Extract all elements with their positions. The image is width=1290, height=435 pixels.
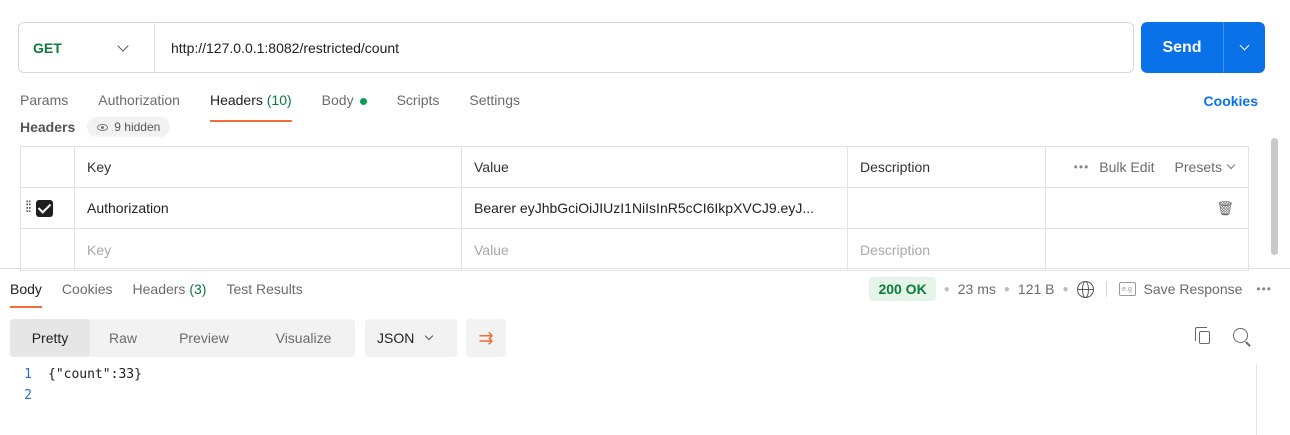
vertical-scrollbar[interactable] <box>1271 138 1278 255</box>
response-meta: 200 OK ● 23 ms ● 121 B ● e.g Save Respon… <box>869 277 1272 301</box>
table-row-empty: Key Value Description <box>21 229 1248 270</box>
tab-response-headers-count: (3) <box>189 281 207 297</box>
eye-icon <box>97 123 109 131</box>
header-description-cell[interactable] <box>848 188 1046 228</box>
code-text: {"count":33} <box>48 367 142 382</box>
save-response-button[interactable]: Save Response <box>1144 281 1243 297</box>
code-scroll-track[interactable] <box>1256 364 1257 435</box>
request-tabs: Params Authorization Headers (10) Body S… <box>20 92 550 122</box>
method-select[interactable]: GET <box>19 23 155 72</box>
panel-divider[interactable] <box>0 268 1290 269</box>
more-options-icon[interactable]: ••• <box>1074 160 1090 174</box>
tab-body[interactable]: Body <box>322 92 367 118</box>
method-label: GET <box>33 39 62 56</box>
save-response-icon: e.g <box>1118 282 1136 296</box>
trash-icon[interactable]: 🗑 <box>1216 200 1234 217</box>
tab-test-results[interactable]: Test Results <box>226 281 302 297</box>
row-enabled-checkbox[interactable] <box>35 199 53 217</box>
tab-body-label: Body <box>321 92 354 108</box>
cookies-link[interactable]: Cookies <box>1204 93 1258 109</box>
format-visualize[interactable]: Visualize <box>252 319 355 357</box>
response-tabs: Body Cookies Headers (3) Test Results <box>10 281 323 308</box>
column-description: Description <box>848 147 1046 187</box>
separator-dot: ● <box>1003 283 1010 295</box>
headers-section-title: Headers <box>20 119 76 135</box>
modified-dot-icon <box>359 97 367 105</box>
separator-dot: ● <box>943 283 950 295</box>
code-line: 1 {"count":33} <box>10 364 142 385</box>
tab-headers[interactable]: Headers (10) <box>209 92 292 122</box>
presets-dropdown[interactable]: Presets <box>1175 159 1222 175</box>
tab-authorization[interactable]: Authorization <box>98 92 180 118</box>
new-description-input[interactable]: Description <box>848 229 1046 270</box>
chevron-down-icon <box>117 39 129 52</box>
tab-response-body[interactable]: Body <box>10 281 42 308</box>
send-button-group: Send <box>1141 22 1265 73</box>
column-key: Key <box>75 147 462 187</box>
tab-scripts[interactable]: Scripts <box>397 92 440 118</box>
header-value-cell[interactable]: Bearer eyJhbGciOiJIUzI1NiIsInR5cCI6IkpXV… <box>462 188 848 228</box>
table-header-row: Key Value Description ••• Bulk Edit Pres… <box>21 147 1248 188</box>
table-tools: ••• Bulk Edit Presets <box>1046 147 1248 187</box>
send-button[interactable]: Send <box>1141 39 1223 57</box>
header-key-cell[interactable]: Authorization <box>75 188 462 228</box>
tab-response-cookies[interactable]: Cookies <box>62 281 113 297</box>
response-size[interactable]: 121 B <box>1018 281 1055 297</box>
send-options-button[interactable] <box>1224 40 1265 51</box>
drag-handle-icon[interactable]: ⁞⁞ <box>25 199 32 217</box>
bulk-edit-button[interactable]: Bulk Edit <box>1099 159 1154 175</box>
globe-icon[interactable] <box>1076 280 1094 298</box>
chevron-down-icon <box>425 331 434 341</box>
tab-headers-count: (10) <box>266 92 292 108</box>
row-controls: ⁞⁞ <box>21 188 75 228</box>
header-cell-blank <box>21 147 75 187</box>
language-select[interactable]: JSON <box>365 319 457 357</box>
request-url-bar: GET http://127.0.0.1:8082/restricted/cou… <box>18 22 1134 73</box>
table-row: ⁞⁞ Authorization Bearer eyJhbGciOiJIUzI1… <box>21 188 1248 229</box>
chevron-down-icon <box>1239 40 1250 51</box>
wrap-lines-button[interactable]: ⇉ <box>466 319 506 357</box>
status-badge[interactable]: 200 OK <box>869 277 936 301</box>
new-key-input[interactable]: Key <box>75 229 462 270</box>
tab-response-headers[interactable]: Headers (3) <box>133 281 207 297</box>
tab-settings[interactable]: Settings <box>469 92 520 118</box>
tab-params[interactable]: Params <box>20 92 68 118</box>
copy-icon[interactable] <box>1195 327 1210 344</box>
search-icon[interactable] <box>1233 328 1248 343</box>
hidden-headers-toggle[interactable]: 9 hidden <box>87 117 171 137</box>
code-line: 2 <box>10 385 142 406</box>
row-controls <box>21 229 75 270</box>
chevron-down-icon <box>1226 160 1236 170</box>
new-value-input[interactable]: Value <box>462 229 848 270</box>
url-input[interactable]: http://127.0.0.1:8082/restricted/count <box>155 40 399 56</box>
line-number: 1 <box>24 367 32 382</box>
row-actions <box>1046 229 1248 270</box>
response-time[interactable]: 23 ms <box>958 281 996 297</box>
tab-headers-label: Headers <box>209 92 263 108</box>
tab-response-headers-label: Headers <box>132 281 186 297</box>
format-pretty[interactable]: Pretty <box>10 319 90 357</box>
headers-table: Key Value Description ••• Bulk Edit Pres… <box>20 146 1249 271</box>
response-body-code[interactable]: 1 {"count":33} 2 <box>10 364 142 406</box>
language-label: JSON <box>377 330 415 346</box>
headers-subheader: Headers 9 hidden <box>20 117 171 137</box>
wrap-icon: ⇉ <box>478 327 494 348</box>
more-options-icon[interactable]: ••• <box>1256 282 1272 296</box>
column-value: Value <box>462 147 848 187</box>
line-number: 2 <box>24 388 32 403</box>
hidden-headers-label: 9 hidden <box>114 120 161 134</box>
separator-dot: ● <box>1062 283 1069 295</box>
format-preview[interactable]: Preview <box>156 319 252 357</box>
divider <box>1105 281 1107 297</box>
row-actions: 🗑 <box>1046 188 1248 228</box>
format-raw[interactable]: Raw <box>90 319 156 357</box>
format-toggle-group: Pretty Raw Preview Visualize <box>10 319 355 357</box>
